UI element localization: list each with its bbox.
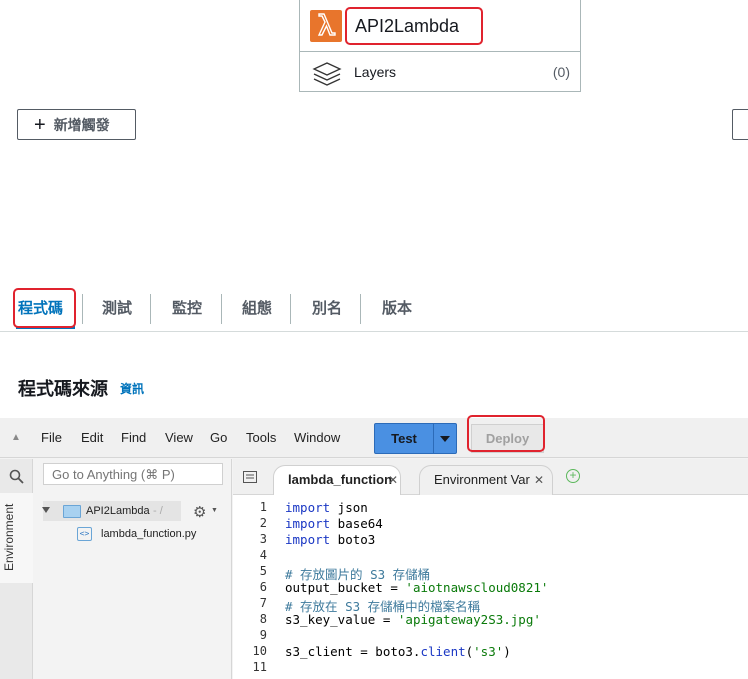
editor-tab-label: Environment Var	[434, 472, 530, 487]
editor-tab-lambda-function[interactable]: lambda_function ✕	[273, 465, 401, 495]
menu-edit[interactable]: Edit	[81, 430, 103, 445]
menu-view[interactable]: View	[165, 430, 193, 445]
code-editor-ide: ▲ File Edit Find View Go Tools Window Te…	[0, 415, 748, 679]
line-number: 7	[259, 596, 267, 610]
function-name[interactable]: API2Lambda	[345, 7, 483, 45]
tab-list-icon[interactable]	[243, 470, 257, 483]
code-line: s3_client = boto3.client('s3')	[285, 644, 511, 659]
file-name[interactable]: lambda_function.py	[101, 528, 196, 540]
tab-divider	[360, 294, 361, 324]
add-tab-icon[interactable]: +	[566, 469, 580, 483]
editor-tabbar: lambda_function ✕ Environment Var ✕ +	[233, 459, 748, 495]
menu-go[interactable]: Go	[210, 430, 227, 445]
line-number: 4	[259, 548, 267, 562]
lambda-icon	[310, 10, 342, 42]
folder-suffix: - /	[153, 505, 163, 517]
code-line: s3_key_value = 'apigateway2S3.jpg'	[285, 612, 541, 627]
editor-tab-label: lambda_function	[288, 472, 393, 487]
line-number: 10	[252, 644, 267, 658]
highlight-outline	[13, 288, 76, 328]
test-button[interactable]: Test	[374, 423, 434, 454]
ide-side-strip: Environment	[0, 459, 33, 679]
close-icon[interactable]: ✕	[534, 466, 544, 494]
tab-divider	[221, 294, 222, 324]
line-number-gutter: 1 2 3 4 5 6 7 8 9 10 11	[233, 496, 277, 679]
function-row[interactable]: API2Lambda	[300, 0, 580, 52]
line-number: 3	[259, 532, 267, 546]
folder-name[interactable]: API2Lambda	[86, 505, 150, 517]
layers-icon	[312, 61, 342, 87]
tab-test[interactable]: 測試	[102, 293, 132, 325]
code-source-title: 程式碼來源	[18, 379, 108, 399]
gear-icon[interactable]: ⚙	[193, 503, 206, 521]
tab-configuration[interactable]: 組態	[242, 293, 272, 325]
code-line: import boto3	[285, 532, 376, 547]
tab-monitor[interactable]: 監控	[172, 293, 202, 325]
line-number: 2	[259, 516, 267, 530]
line-number: 11	[252, 660, 267, 674]
layers-label: Layers	[354, 64, 397, 80]
line-number: 8	[259, 612, 267, 626]
function-tabs: 程式碼 測試 監控 組態 別名 版本	[0, 288, 748, 332]
menu-file[interactable]: File	[41, 430, 62, 445]
tab-divider	[290, 294, 291, 324]
add-trigger-button[interactable]: + 新增觸發	[17, 109, 136, 140]
caret-down-icon[interactable]: ▼	[211, 507, 218, 514]
info-link[interactable]: 資訊	[120, 380, 144, 397]
layers-row[interactable]: Layers (0)	[300, 53, 580, 91]
add-destination-button[interactable]	[732, 109, 748, 140]
test-dropdown-button[interactable]	[433, 423, 457, 454]
file-tree-panel: API2Lambda - / ⚙ ▼ <> lambda_function.py	[33, 459, 232, 679]
tab-aliases[interactable]: 別名	[312, 293, 342, 325]
chevron-down-icon[interactable]	[42, 507, 50, 513]
add-trigger-label: 新增觸發	[53, 116, 110, 133]
environment-label[interactable]: Environment	[2, 504, 16, 571]
tab-divider	[82, 294, 83, 324]
line-number: 6	[259, 580, 267, 594]
ide-menubar: ▲ File Edit Find View Go Tools Window Te…	[0, 415, 748, 458]
collapse-icon[interactable]: ▲	[11, 432, 21, 443]
go-to-anything-input[interactable]	[43, 463, 223, 485]
line-number: 5	[259, 564, 267, 578]
folder-icon	[63, 505, 81, 518]
highlight-outline	[467, 415, 545, 452]
menu-find[interactable]: Find	[121, 430, 146, 445]
line-number: 9	[259, 628, 267, 642]
menu-tools[interactable]: Tools	[246, 430, 276, 445]
function-designer-box: API2Lambda Layers (0)	[299, 0, 581, 92]
python-file-icon: <>	[77, 527, 92, 541]
plus-icon: +	[34, 113, 46, 136]
editor-tab-environment-variables[interactable]: Environment Var ✕	[419, 465, 553, 495]
code-editor: lambda_function ✕ Environment Var ✕ + 1 …	[233, 459, 748, 679]
code-line: import base64	[285, 516, 383, 531]
line-number: 1	[259, 500, 267, 514]
search-icon[interactable]	[9, 469, 24, 489]
layers-count: (0)	[552, 64, 570, 80]
code-line: import json	[285, 500, 368, 515]
tab-divider	[150, 294, 151, 324]
code-line: output_bucket = 'aiotnawscloud0821'	[285, 580, 549, 595]
close-icon[interactable]: ✕	[388, 466, 398, 494]
tab-versions[interactable]: 版本	[382, 293, 412, 325]
menu-window[interactable]: Window	[294, 430, 340, 445]
